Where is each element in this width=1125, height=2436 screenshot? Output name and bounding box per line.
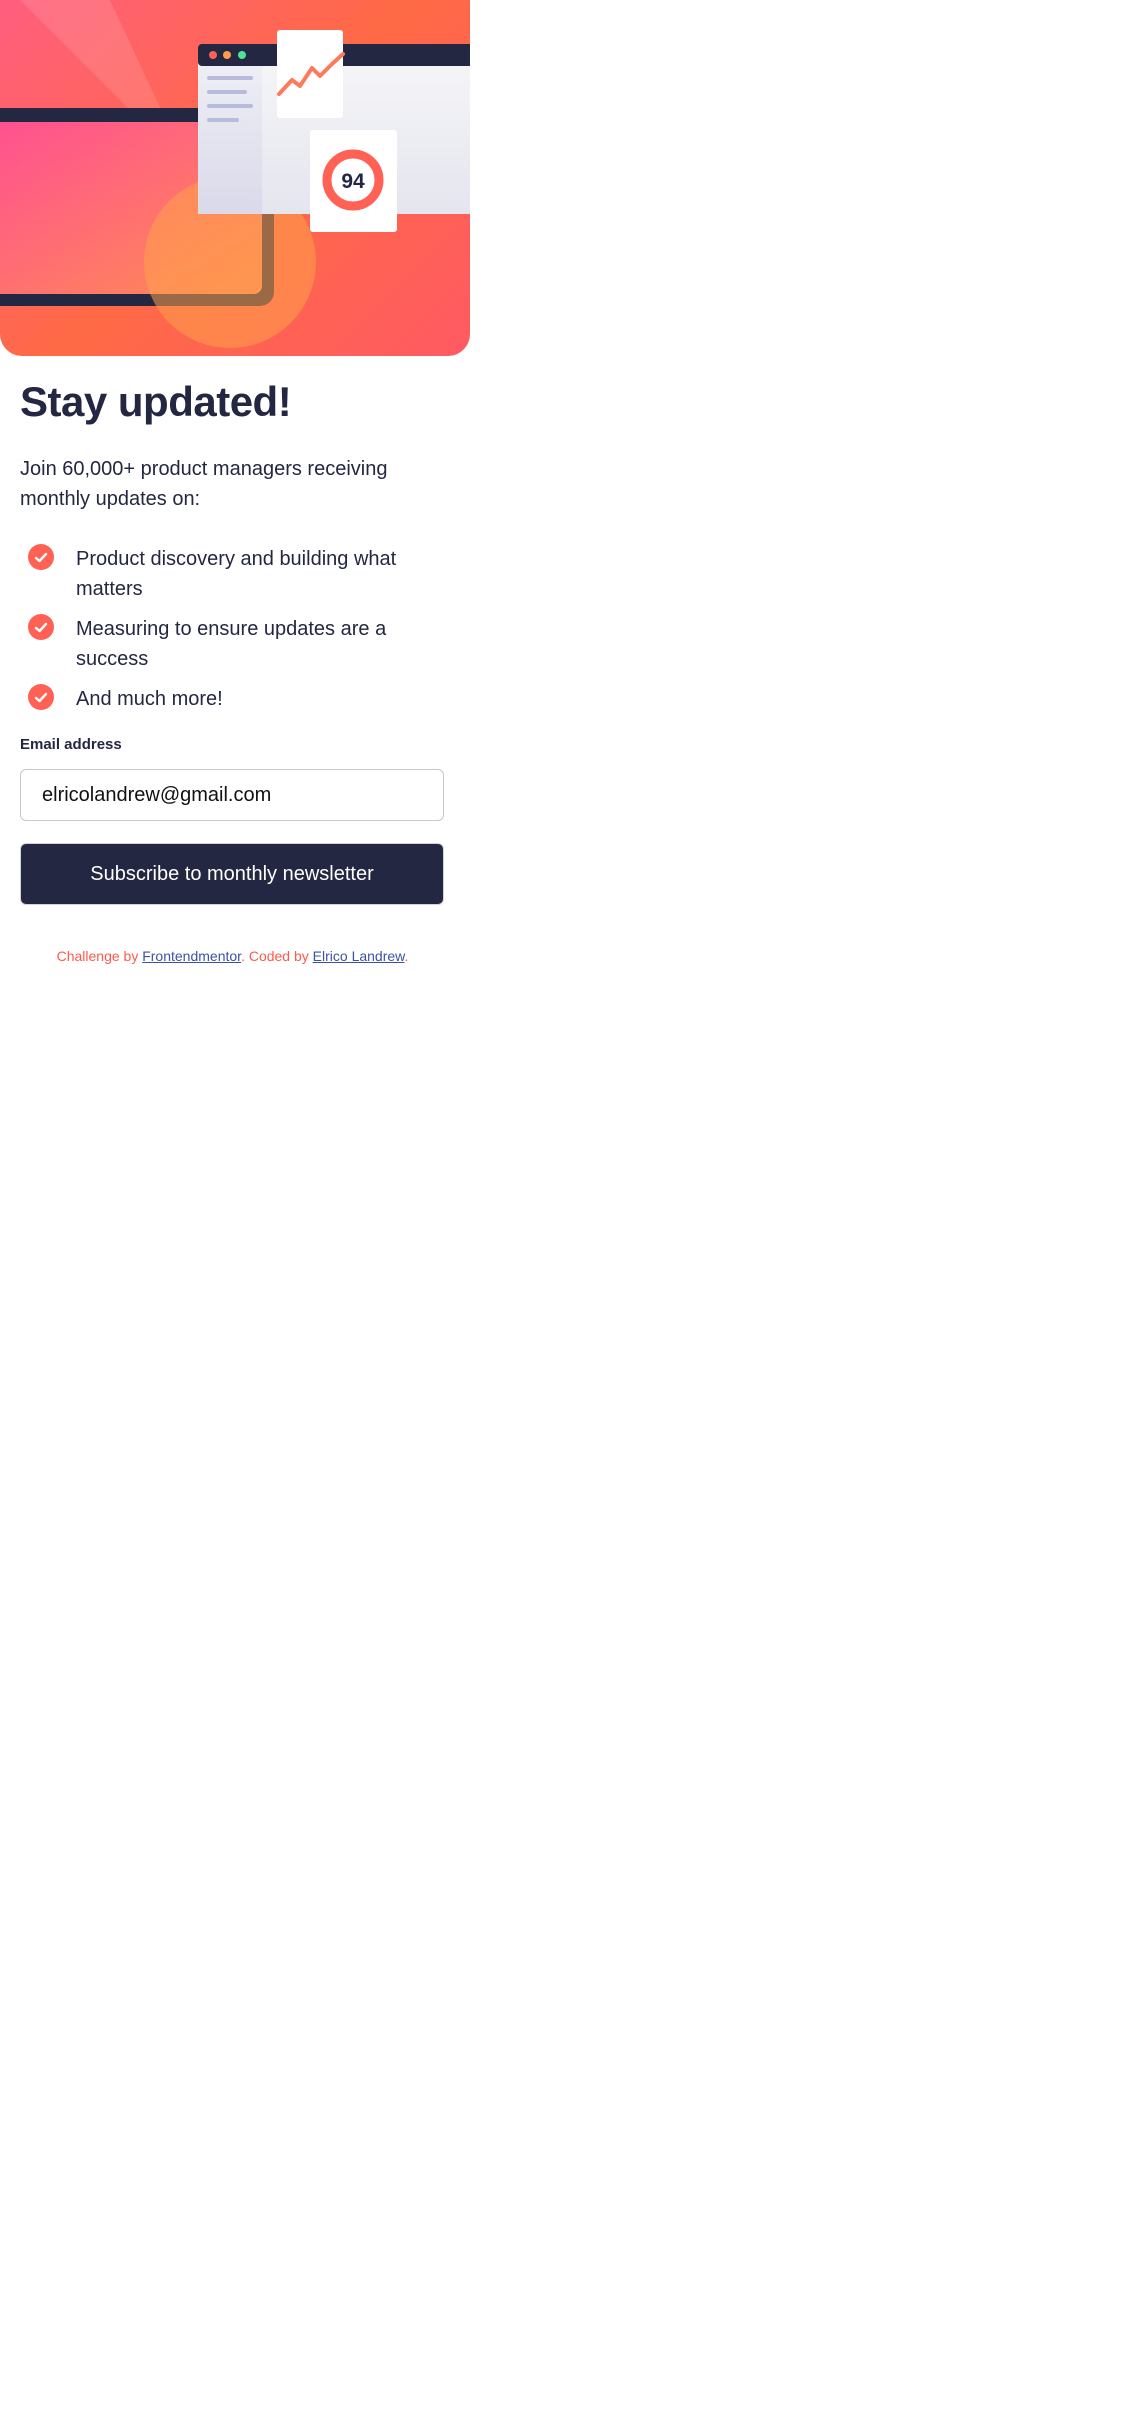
line-chart-icon (277, 30, 345, 118)
check-icon (28, 544, 54, 570)
score-value: 94 (341, 170, 365, 193)
list-item: Measuring to ensure updates are a succes… (28, 614, 448, 674)
attribution-middle: . Coded by (241, 948, 313, 964)
page-title: Stay updated! (20, 378, 292, 425)
feature-text: Measuring to ensure updates are a succes… (76, 618, 387, 670)
list-item: And much more! (28, 684, 448, 714)
attribution-prefix: Challenge by (56, 948, 143, 964)
email-field[interactable] (20, 769, 444, 821)
author-link[interactable]: Elrico Landrew (313, 948, 405, 964)
intro-text: Join 60,000+ product managers receiving … (20, 458, 388, 510)
feature-list: Product discovery and building what matt… (28, 544, 448, 714)
frontendmentor-link[interactable]: Frontendmentor (142, 948, 241, 964)
score-ring-icon: 94 (310, 130, 397, 232)
check-icon (28, 684, 54, 710)
feature-text: Product discovery and building what matt… (76, 548, 397, 600)
feature-text: And much more! (76, 688, 223, 710)
list-item: Product discovery and building what matt… (28, 544, 448, 604)
window-dot-red-icon (209, 51, 217, 59)
attribution-suffix: . (404, 948, 409, 964)
check-icon (28, 614, 54, 640)
window-dot-green-icon (238, 51, 246, 59)
hero-illustration: 94 (0, 0, 470, 356)
hero-illustration-art: 94 (0, 0, 470, 348)
email-label: Email address (20, 736, 122, 753)
subscribe-button[interactable]: Subscribe to monthly newsletter (20, 843, 444, 905)
attribution: Challenge by Frontendmentor. Coded by El… (0, 948, 465, 964)
window-dot-orange-icon (223, 51, 231, 59)
